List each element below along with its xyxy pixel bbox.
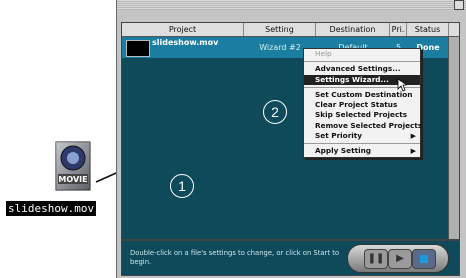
- menu-item-apply-setting[interactable]: Apply Setting ▶: [304, 146, 420, 156]
- menu-item-advanced-settings[interactable]: Advanced Settings...: [304, 64, 420, 74]
- menu-separator: [304, 61, 420, 63]
- project-name: slideshow.mov: [152, 38, 219, 47]
- stop-button[interactable]: [412, 249, 436, 269]
- context-menu: Help Advanced Settings... Settings Wizar…: [303, 48, 422, 158]
- menu-item-clear-project-status[interactable]: Clear Project Status: [304, 100, 420, 110]
- header-priority[interactable]: Pri.: [390, 23, 407, 36]
- callout-one: 1: [170, 174, 194, 198]
- movie-icon-text: MOVIE: [58, 175, 87, 184]
- stop-icon: [420, 255, 428, 263]
- menu-item-skip-selected[interactable]: Skip Selected Projects: [304, 110, 420, 120]
- window-titlebar[interactable]: [117, 0, 466, 10]
- scrollbar[interactable]: [448, 37, 459, 239]
- movie-thumbnail: [126, 40, 150, 57]
- status-bar: Double-click on a file's settings to cha…: [121, 240, 460, 276]
- menu-separator: [304, 143, 420, 145]
- file-label[interactable]: slideshow.mov: [6, 201, 97, 216]
- header-destination[interactable]: Destination: [316, 23, 390, 36]
- header-setting[interactable]: Setting: [244, 23, 316, 36]
- submenu-arrow-icon: ▶: [410, 147, 416, 156]
- header-status[interactable]: Status: [407, 23, 449, 36]
- transport-controls: ❚❚ ▶: [347, 244, 449, 273]
- submenu-arrow-icon: ▶: [410, 132, 416, 141]
- menu-item-help[interactable]: Help: [304, 49, 420, 59]
- pause-button[interactable]: ❚❚: [364, 249, 388, 269]
- menu-item-set-priority[interactable]: Set Priority ▶: [304, 131, 420, 141]
- zoom-box[interactable]: [454, 0, 464, 10]
- menu-item-set-priority-label: Set Priority: [315, 131, 363, 141]
- menu-item-remove-selected[interactable]: Remove Selected Projects: [304, 121, 422, 131]
- menu-item-apply-setting-label: Apply Setting: [315, 146, 371, 156]
- hint-text: Double-click on a file's settings to cha…: [130, 249, 340, 266]
- pause-icon: ❚❚: [367, 253, 385, 264]
- play-icon: ▶: [396, 253, 404, 264]
- mouse-cursor-icon: [397, 78, 407, 92]
- play-button[interactable]: ▶: [388, 249, 412, 269]
- callout-two: 2: [263, 100, 287, 124]
